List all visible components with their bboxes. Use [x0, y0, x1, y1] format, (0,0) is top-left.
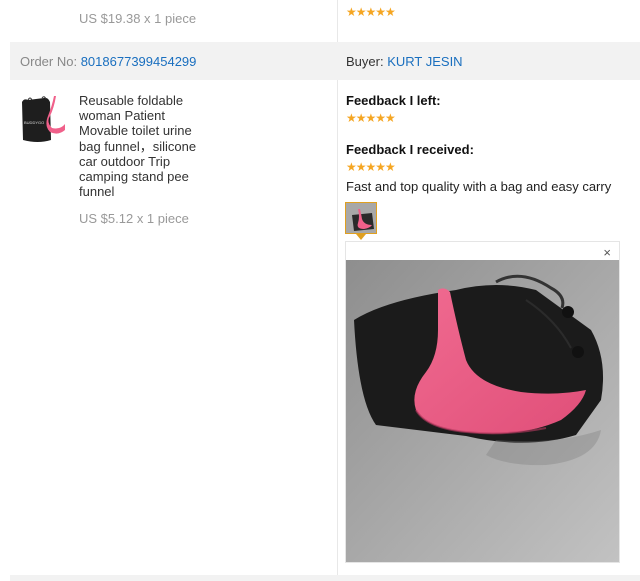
- close-icon[interactable]: ×: [603, 245, 611, 260]
- buyer-label: Buyer:: [346, 54, 384, 69]
- selected-thumb-caret: [356, 234, 366, 240]
- order-number: Order No: 8018677399454299: [20, 54, 196, 69]
- feedback-photo-thumbnail[interactable]: [345, 202, 377, 234]
- order-number-label: Order No:: [20, 54, 78, 69]
- previous-item-price: US $19.38 x 1 piece: [79, 11, 197, 26]
- column-divider: [337, 0, 338, 42]
- feedback-comment: Fast and top quality with a bag and easy…: [346, 179, 612, 194]
- buyer-link[interactable]: KURT JESIN: [387, 54, 462, 69]
- product-thumbnail-image: BUDDYGO: [22, 96, 65, 142]
- feedback-received-label: Feedback I received:: [346, 142, 474, 157]
- order-header-bar: Order No: 8018677399454299 Buyer: KURT J…: [10, 42, 640, 80]
- product-price: US $5.12 x 1 piece: [79, 211, 189, 226]
- next-order-bar: [10, 575, 640, 581]
- feedback-received-stars: ★★★★★: [346, 160, 396, 174]
- feedback-left-label: Feedback I left:: [346, 93, 441, 108]
- order-number-link[interactable]: 8018677399454299: [81, 54, 197, 69]
- feedback-thumb-image: [346, 203, 376, 233]
- column-divider: [337, 80, 338, 575]
- feedback-photo: [346, 260, 619, 562]
- feedback-left-stars: ★★★★★: [346, 111, 396, 125]
- feedback-photo-image: [346, 260, 619, 562]
- product-title[interactable]: Reusable foldable woman Patient Movable …: [79, 93, 209, 199]
- feedback-photo-viewer: ×: [345, 241, 620, 563]
- thumb-brand-text: BUDDYGO: [24, 120, 44, 125]
- buyer: Buyer: KURT JESIN: [346, 54, 463, 69]
- previous-item-stars: ★★★★★: [346, 5, 396, 19]
- product-thumbnail[interactable]: BUDDYGO: [18, 94, 66, 146]
